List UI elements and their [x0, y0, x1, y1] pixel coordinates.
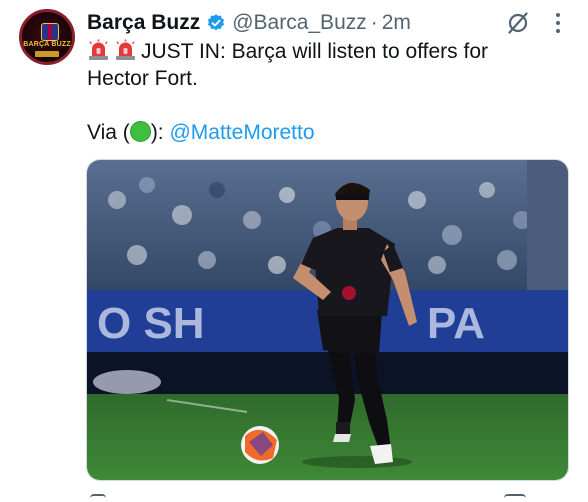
timestamp[interactable]: 2m: [382, 11, 411, 35]
tweet-header: Barça Buzz @Barca_Buzz · 2m: [87, 8, 411, 38]
tweet-headline: JUST IN: Barça will listen to offers for: [141, 40, 489, 63]
soccer-ball-icon: [241, 426, 279, 464]
share-icon[interactable]: [504, 494, 526, 502]
avatar-logo-text: BARÇA BUZZ: [23, 41, 71, 48]
separator-dot: ·: [370, 11, 378, 34]
avatar-logo-banner: [35, 51, 59, 57]
siren-icon: [116, 39, 135, 60]
verified-icon: [208, 14, 225, 31]
avatar[interactable]: BARÇA BUZZ: [19, 9, 75, 65]
grok-icon[interactable]: [505, 10, 531, 36]
mention-link[interactable]: @MatteMoretto: [169, 121, 314, 144]
tweet-action-bar: [86, 492, 569, 500]
tweet-source-line: Via (): @MatteMoretto: [87, 121, 315, 145]
user-handle[interactable]: @Barca_Buzz: [232, 11, 367, 35]
barca-crest-icon: [41, 23, 59, 41]
display-name[interactable]: Barça Buzz: [87, 11, 200, 35]
reply-icon[interactable]: [90, 494, 106, 502]
tweet-text-line-1: JUST IN: Barça will listen to offers for: [87, 39, 488, 64]
via-suffix: ):: [150, 121, 164, 144]
tweet-text-line-2: Hector Fort.: [87, 67, 198, 90]
via-prefix: Via (: [87, 121, 130, 144]
football-player-photo: O SH PA: [87, 160, 568, 480]
svg-text:PA: PA: [427, 299, 485, 348]
siren-icon: [89, 39, 108, 60]
green-circle-icon: [129, 121, 151, 142]
tweet-photo[interactable]: O SH PA: [86, 159, 569, 481]
svg-text:O SH: O SH: [97, 299, 205, 348]
more-icon[interactable]: [548, 10, 568, 36]
